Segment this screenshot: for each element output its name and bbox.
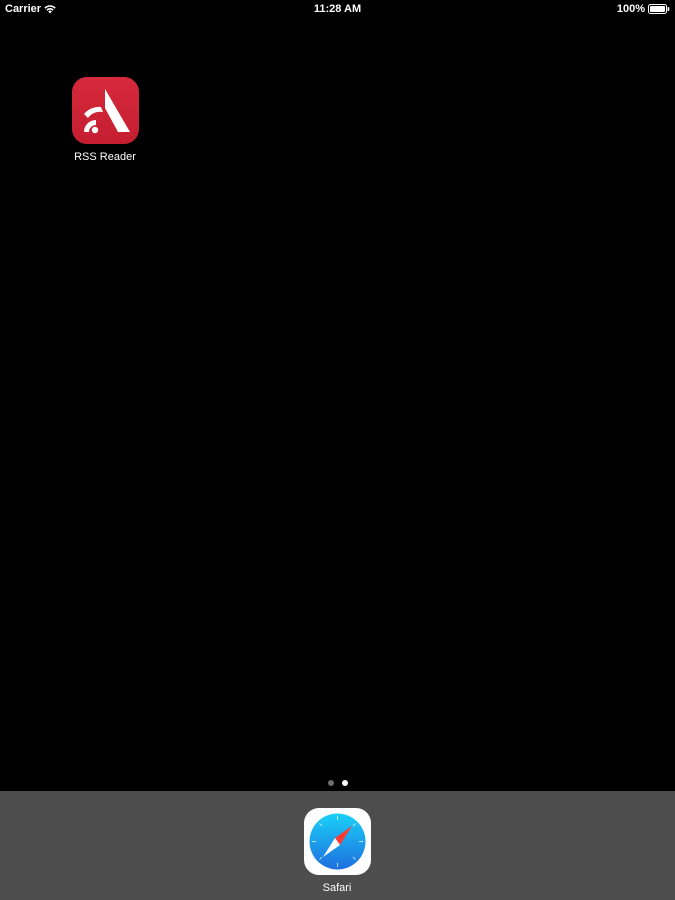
app-safari[interactable]: Safari	[292, 808, 382, 895]
rss-reader-app-icon	[71, 77, 139, 144]
page-dot-2[interactable]	[341, 780, 348, 786]
battery-icon	[648, 4, 670, 14]
page-indicator[interactable]	[0, 780, 675, 788]
safari-app-icon	[303, 808, 371, 875]
status-time: 11:28 AM	[313, 3, 362, 15]
app-label-safari: Safari	[322, 882, 352, 894]
app-rss-reader[interactable]: RSS Reader	[60, 77, 150, 164]
app-label-rss-reader: RSS Reader	[74, 151, 136, 163]
status-bar: Carrier 11:28 AM 100%	[0, 0, 675, 20]
page-dot-1[interactable]	[327, 780, 334, 786]
home-screen: Carrier 11:28 AM 100% RSS Reader Safari	[0, 0, 675, 900]
dock: Safari	[0, 791, 675, 900]
battery-percent: 100%	[616, 3, 645, 15]
